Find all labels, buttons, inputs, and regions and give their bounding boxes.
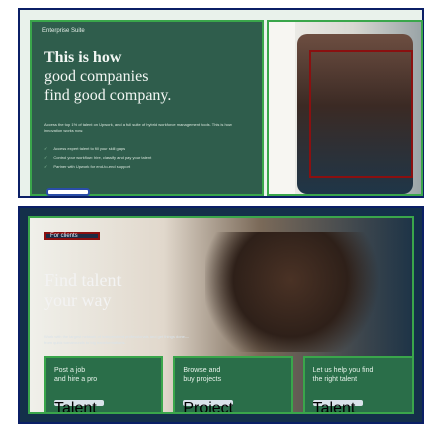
for-clients-tag: For clients xyxy=(44,232,100,240)
enterprise-bullet: Control your workflow: hire, classify an… xyxy=(44,153,254,162)
client-option-title-line-1: Let us help you find xyxy=(312,367,374,374)
client-option-title-line-2: and hire a pro xyxy=(54,376,98,383)
enterprise-bullet: Partner with Upwork for end-to-end suppo… xyxy=(44,162,254,171)
clients-description: Work with the largest network of indepen… xyxy=(44,334,189,345)
for-clients-label: For clients xyxy=(50,233,78,239)
client-option-title: Let us help you find the right talent xyxy=(312,366,412,384)
client-option-card[interactable]: Let us help you find the right talent Ta… xyxy=(302,356,412,412)
photo-highlight-box xyxy=(309,50,413,178)
clients-hero-image: For clients Find talent your way Work wi… xyxy=(28,216,414,414)
enterprise-description: Access the top 1% of talent on Upwork, a… xyxy=(44,122,232,133)
client-option-title: Browse and buy projects xyxy=(183,366,283,384)
clients-hero: For clients Find talent your way Work wi… xyxy=(18,206,424,424)
client-option-link[interactable]: Project Catalog xyxy=(183,400,234,412)
client-option-card[interactable]: Browse and buy projects Project Catalog xyxy=(173,356,293,412)
client-option-link[interactable]: Talent Marketplace xyxy=(54,400,104,412)
clients-headline-line-2: your way xyxy=(44,290,112,310)
client-option-card[interactable]: Post a job and hire a pro Talent Marketp… xyxy=(44,356,164,412)
client-option-title-line-1: Post a job xyxy=(54,367,86,374)
clients-headline: Find talent your way xyxy=(44,270,204,310)
enterprise-tag: Enterprise Suite xyxy=(42,28,85,34)
enterprise-promo-card: Enterprise Suite This is how good compan… xyxy=(18,8,424,198)
person-at-laptop xyxy=(205,232,395,352)
enterprise-text-panel: Enterprise Suite This is how good compan… xyxy=(30,20,264,196)
enterprise-bullet: Access expert talent to fill your skill … xyxy=(44,144,254,153)
enterprise-bullets: Access expert talent to fill your skill … xyxy=(44,144,254,171)
headline-line-3: find good company. xyxy=(44,87,172,104)
client-option-link[interactable]: Talent Scout xyxy=(312,400,363,412)
enterprise-headline: This is how good companies find good com… xyxy=(44,48,234,105)
client-option-title-line-1: Browse and xyxy=(183,367,221,374)
clients-option-cards: Post a job and hire a pro Talent Marketp… xyxy=(44,356,412,412)
enterprise-cta-button[interactable] xyxy=(46,188,90,196)
headline-line-1: This is how xyxy=(44,49,122,66)
photo-window-light xyxy=(269,22,295,194)
client-option-title-line-2: buy projects xyxy=(183,376,222,383)
client-option-title: Post a job and hire a pro xyxy=(54,366,154,384)
client-option-title-line-2: the right talent xyxy=(312,376,358,383)
clients-headline-line-1: Find talent xyxy=(44,270,122,290)
headline-line-2: good companies xyxy=(44,68,149,85)
enterprise-photo xyxy=(267,20,423,196)
